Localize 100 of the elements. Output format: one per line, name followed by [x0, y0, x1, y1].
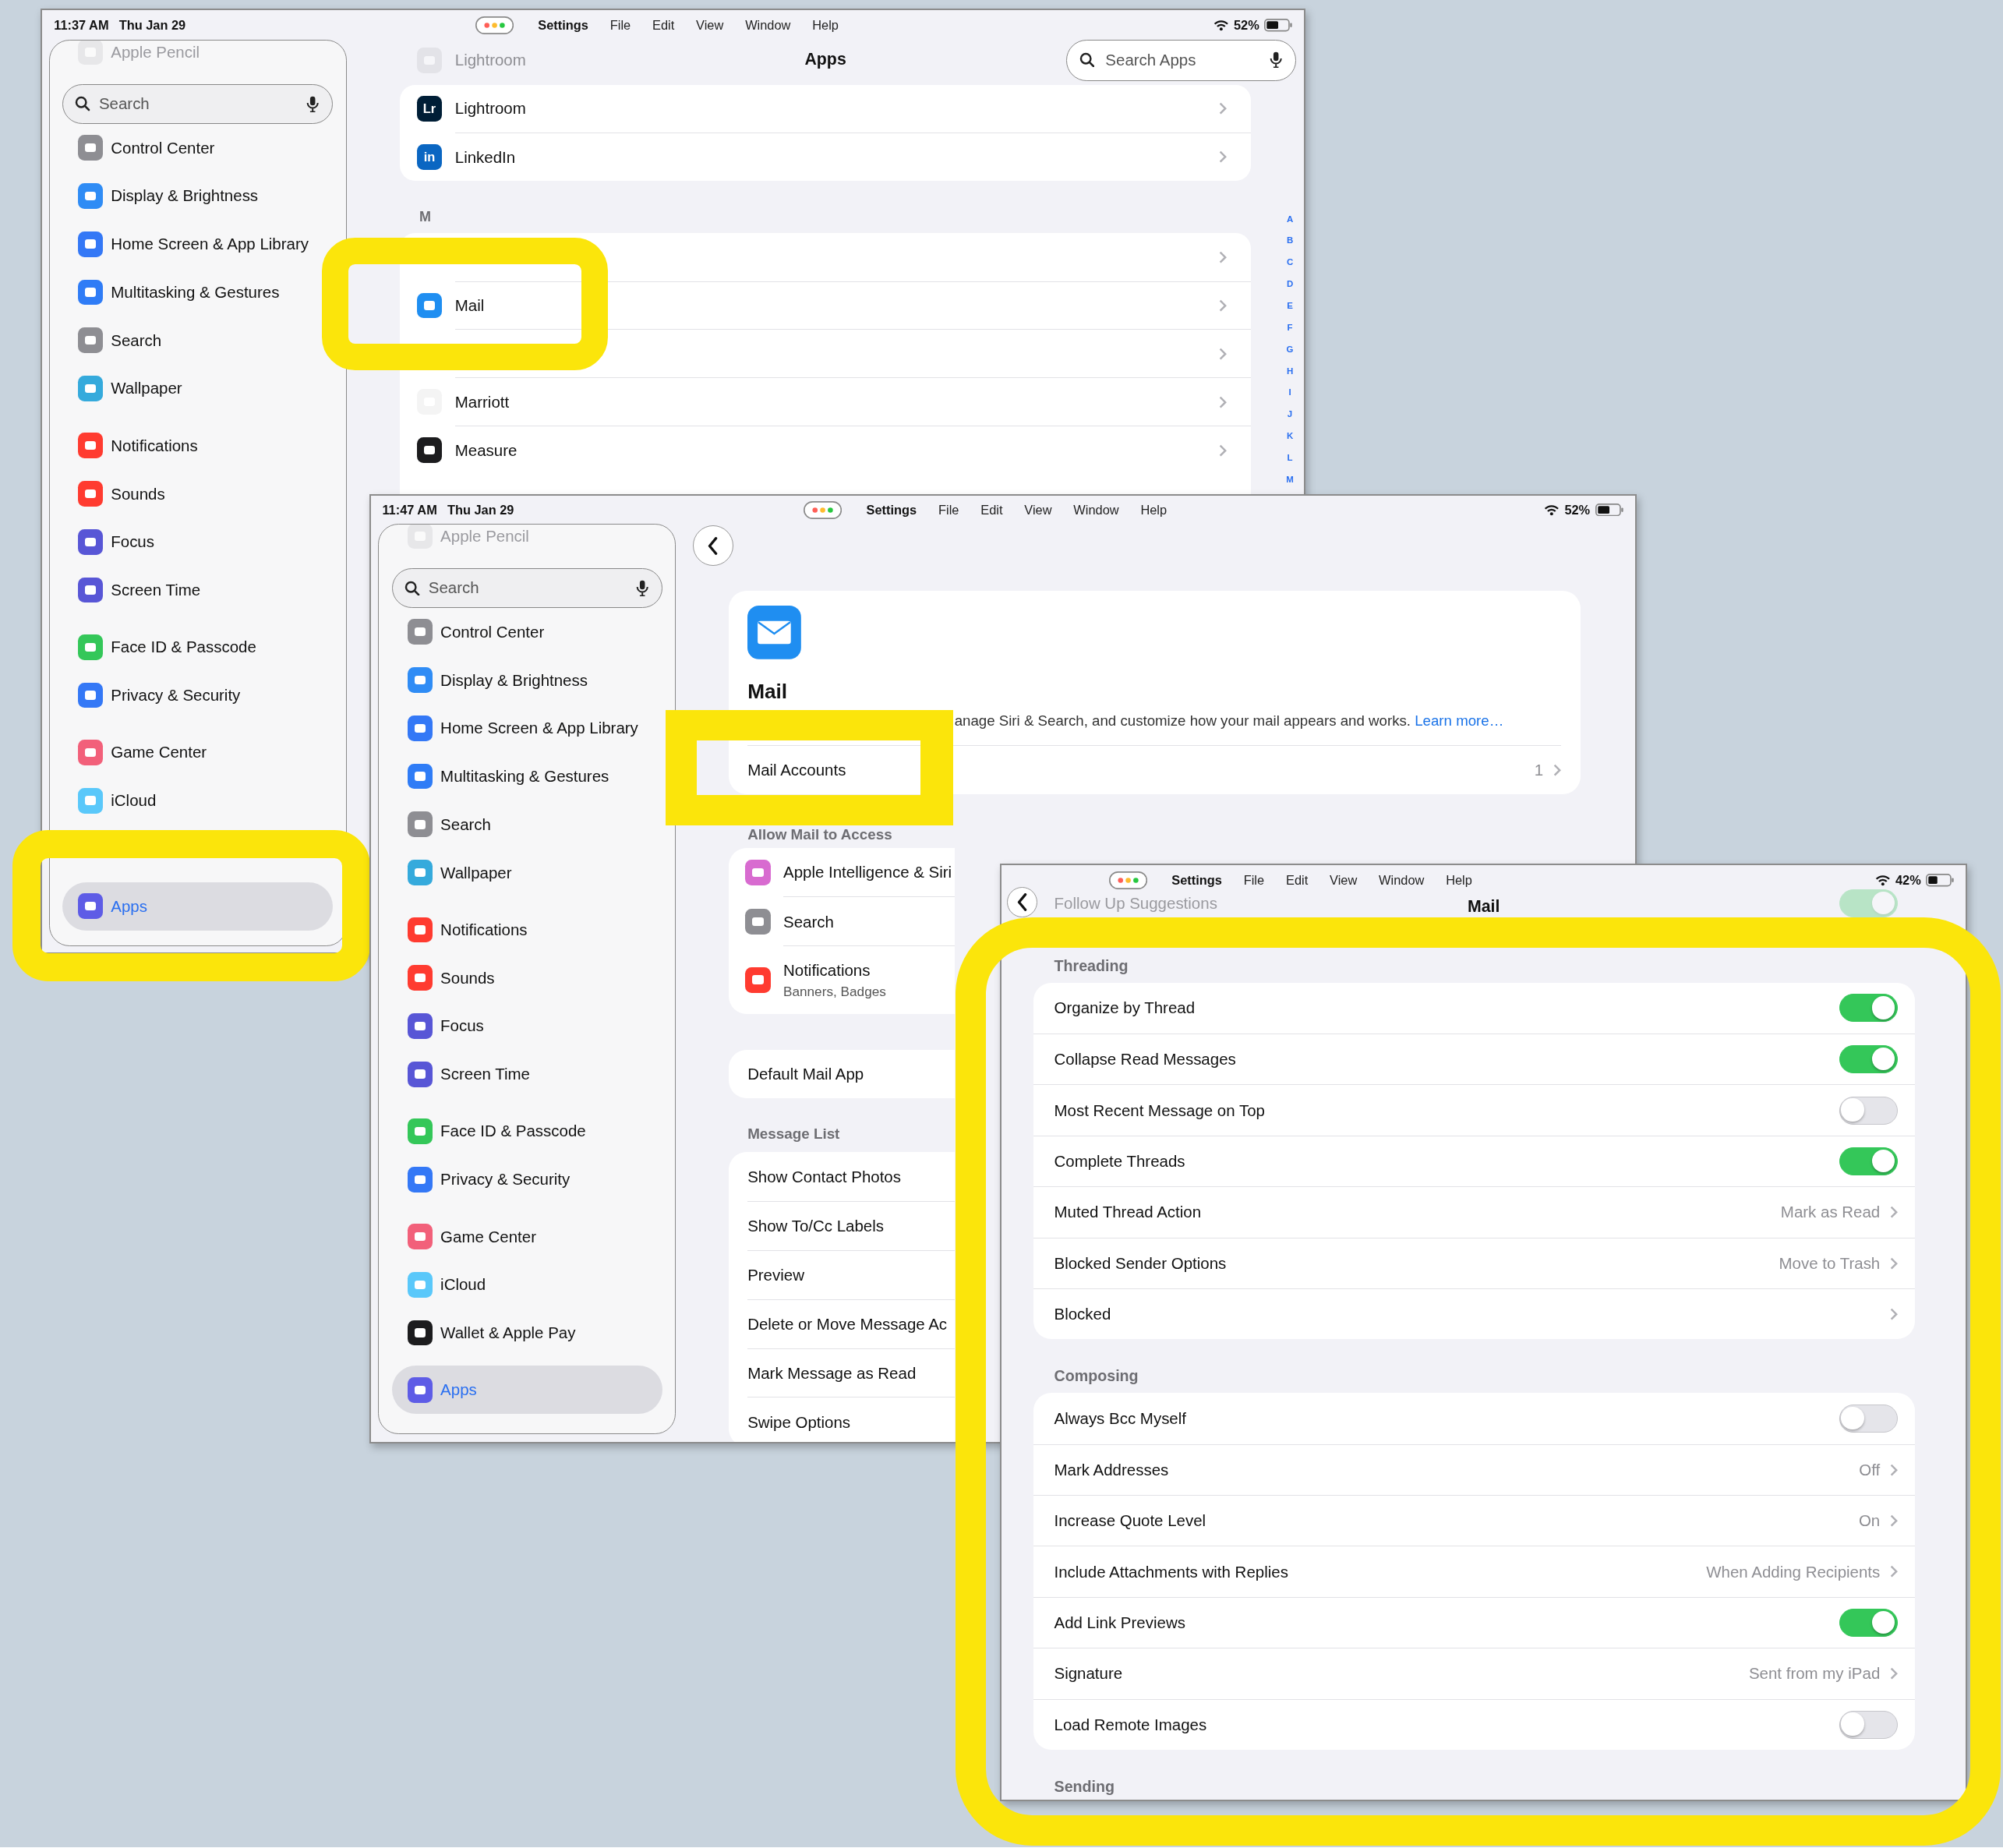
- index-letter[interactable]: B: [1286, 230, 1294, 253]
- toggle-switch[interactable]: [1839, 1404, 1899, 1433]
- menu-item[interactable]: Help: [804, 15, 846, 36]
- sidebar-item[interactable]: Face ID & Passcode: [391, 1107, 662, 1156]
- sidebar-item[interactable]: Wallpaper: [391, 848, 662, 897]
- menu-item[interactable]: Window: [737, 15, 799, 36]
- menu-item[interactable]: View: [688, 15, 732, 36]
- index-letter[interactable]: L: [1287, 447, 1293, 469]
- settings-row[interactable]: Muted Thread Action Mark as Read: [1033, 1186, 1915, 1238]
- sidebar-item[interactable]: iCloud: [62, 776, 334, 825]
- window-controls-icon[interactable]: [1109, 871, 1148, 890]
- settings-row[interactable]: Most Recent Message on Top: [1033, 1084, 1915, 1136]
- menu-item[interactable]: View: [1016, 500, 1060, 521]
- sidebar-item[interactable]: Notifications: [62, 421, 334, 470]
- menu-item[interactable]: View: [1322, 870, 1365, 891]
- settings-row[interactable]: Apple Intelligence & Siri: [728, 847, 955, 897]
- sidebar-item[interactable]: Multitasking & Gestures: [391, 752, 662, 800]
- settings-row[interactable]: Load Remote Images: [1033, 1698, 1915, 1750]
- sidebar-item[interactable]: Home Screen & App Library: [391, 704, 662, 753]
- sidebar-item[interactable]: Wallpaper: [62, 364, 334, 413]
- index-letter[interactable]: A: [1286, 208, 1294, 231]
- app-row[interactable]: Mail: [400, 281, 1251, 330]
- app-row[interactable]: Measure: [400, 426, 1251, 475]
- menu-item[interactable]: File: [602, 15, 638, 36]
- menu-item[interactable]: File: [1235, 870, 1272, 891]
- sidebar-item[interactable]: Focus: [62, 518, 334, 567]
- settings-row[interactable]: Include Attachments with Replies When Adding Recipients: [1033, 1546, 1915, 1597]
- menu-item[interactable]: Settings: [858, 500, 924, 521]
- sidebar-item[interactable]: Screen Time: [62, 566, 334, 614]
- sidebar-item[interactable]: Display & Brightness: [62, 171, 334, 221]
- settings-row[interactable]: Mark Message as Read: [728, 1348, 955, 1397]
- sidebar-item[interactable]: Control Center: [62, 123, 334, 172]
- settings-row[interactable]: Signature Sent from my iPad: [1033, 1648, 1915, 1699]
- sidebar-item[interactable]: Search: [391, 800, 662, 849]
- sidebar-item[interactable]: Game Center: [62, 728, 334, 777]
- toggle-switch[interactable]: [1839, 994, 1899, 1023]
- microphone-icon[interactable]: [635, 579, 648, 597]
- app-row[interactable]: Marriott: [400, 377, 1251, 426]
- toggle-switch[interactable]: [1839, 1710, 1899, 1739]
- settings-row[interactable]: Blocked Sender Options Move to Trash: [1033, 1237, 1915, 1289]
- menu-item[interactable]: Edit: [973, 500, 1011, 521]
- index-letter[interactable]: M: [1286, 468, 1294, 491]
- sidebar-item[interactable]: Display & Brightness: [391, 655, 662, 705]
- sidebar-item[interactable]: Sounds: [391, 953, 662, 1002]
- settings-row[interactable]: Preview: [728, 1250, 955, 1300]
- sidebar-item[interactable]: iCloud: [391, 1260, 662, 1309]
- index-letter[interactable]: I: [1288, 382, 1291, 405]
- sidebar-item[interactable]: Privacy & Security: [62, 671, 334, 719]
- index-letter[interactable]: D: [1286, 274, 1294, 295]
- index-letter[interactable]: H: [1286, 360, 1294, 383]
- sidebar-item[interactable]: Notifications: [391, 906, 662, 954]
- app-row[interactable]: Lr Lightroom: [400, 84, 1251, 133]
- settings-row[interactable]: Delete or Move Message Ac: [728, 1299, 955, 1348]
- settings-row[interactable]: Search: [728, 896, 955, 946]
- menu-item[interactable]: Window: [1065, 500, 1127, 521]
- index-letter[interactable]: G: [1286, 338, 1294, 361]
- microphone-icon[interactable]: [306, 95, 320, 112]
- menu-item[interactable]: Window: [1371, 870, 1432, 891]
- settings-row[interactable]: Organize by Thread: [1033, 982, 1915, 1034]
- menu-item[interactable]: Settings: [1164, 870, 1230, 891]
- toggle-switch[interactable]: [1839, 1096, 1899, 1125]
- window-controls-icon[interactable]: [475, 16, 514, 34]
- settings-row[interactable]: Collapse Read Messages: [1033, 1034, 1915, 1085]
- sidebar-item[interactable]: Wallet & Apple Pay: [391, 1309, 662, 1357]
- sidebar-item[interactable]: Focus: [391, 1002, 662, 1051]
- index-letter[interactable]: J: [1287, 404, 1293, 426]
- sidebar-item[interactable]: Face ID & Passcode: [62, 623, 334, 672]
- search-field[interactable]: Search Apps: [1066, 40, 1297, 81]
- sidebar-item[interactable]: Multitasking & Gestures: [62, 268, 334, 316]
- settings-row[interactable]: Notifications Banners, Badges: [728, 945, 955, 1014]
- sidebar-item[interactable]: Privacy & Security: [391, 1155, 662, 1204]
- sidebar-item[interactable]: Sounds: [62, 469, 334, 518]
- settings-row[interactable]: Complete Threads: [1033, 1135, 1915, 1187]
- settings-row[interactable]: Always Bcc Myself: [1033, 1393, 1915, 1444]
- settings-row[interactable]: Show To/Cc Labels: [728, 1201, 955, 1251]
- sidebar-item[interactable]: Search: [62, 316, 334, 365]
- settings-row[interactable]: Increase Quote Level On: [1033, 1495, 1915, 1546]
- menu-item[interactable]: Settings: [530, 15, 596, 36]
- sidebar-item[interactable]: Screen Time: [391, 1050, 662, 1099]
- window-controls-icon[interactable]: [804, 500, 843, 519]
- menu-item[interactable]: Help: [1132, 500, 1175, 521]
- settings-row[interactable]: Show Contact Photos: [728, 1152, 955, 1202]
- sidebar-item[interactable]: Home Screen & App Library: [62, 220, 334, 268]
- settings-row[interactable]: Default Mail App: [728, 1049, 955, 1099]
- search-field[interactable]: Search: [62, 83, 334, 124]
- menu-item[interactable]: File: [931, 500, 967, 521]
- toggle-switch[interactable]: [1839, 1147, 1899, 1176]
- index-letter[interactable]: E: [1287, 295, 1293, 317]
- microphone-icon[interactable]: [1269, 51, 1283, 69]
- search-field[interactable]: Search: [391, 568, 662, 608]
- index-letter[interactable]: C: [1286, 252, 1294, 274]
- sidebar-item[interactable]: Game Center: [391, 1212, 662, 1261]
- settings-row[interactable]: Swipe Options: [728, 1397, 955, 1443]
- toggle-switch[interactable]: [1839, 1609, 1899, 1638]
- index-letter[interactable]: K: [1286, 426, 1294, 447]
- learn-more-link[interactable]: Learn more…: [1415, 712, 1504, 729]
- settings-row[interactable]: Blocked: [1033, 1288, 1915, 1340]
- settings-row[interactable]: Mark Addresses Off: [1033, 1443, 1915, 1496]
- mail-accounts-row[interactable]: Mail Accounts 1: [747, 744, 1562, 795]
- settings-row[interactable]: Add Link Previews: [1033, 1596, 1915, 1648]
